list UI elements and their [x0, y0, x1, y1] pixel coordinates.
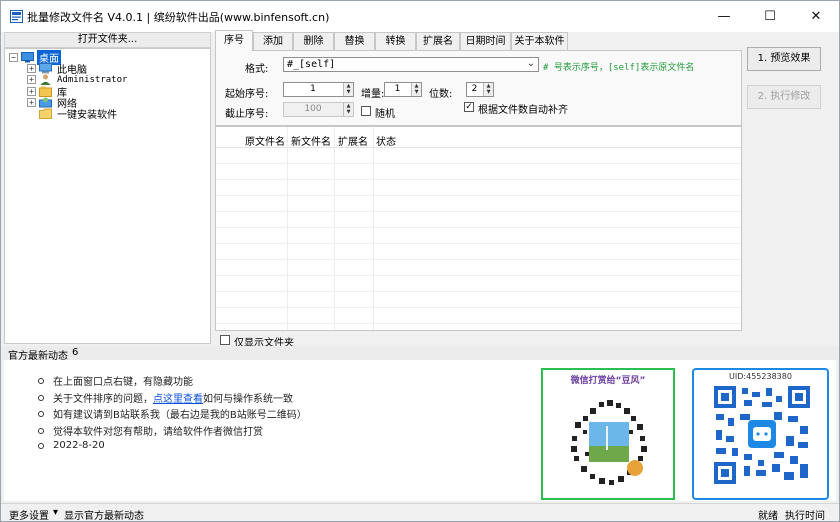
digits-value: 2	[471, 84, 478, 94]
format-combobox[interactable]: #_[self] ⌄	[283, 57, 539, 72]
bullet-icon	[38, 377, 44, 384]
close-button[interactable]: ✕	[793, 1, 839, 32]
column-original-name[interactable]: 原文件名	[245, 133, 285, 148]
tab-about[interactable]: 关于本软件	[511, 32, 568, 50]
tab-replace[interactable]: 替换	[334, 32, 375, 50]
news-item: 觉得本软件对您有帮助，请给软件作者微信打赏	[38, 423, 263, 438]
news-count: 6	[72, 347, 79, 358]
bullet-icon	[38, 394, 44, 401]
spinner-arrows-icon[interactable]: ▲ ▼	[411, 83, 421, 96]
bullet-icon	[38, 410, 44, 417]
start-number-value: 1	[310, 84, 316, 94]
folders-only-checkbox[interactable]	[220, 335, 230, 345]
increment-label: 增量:	[361, 89, 385, 100]
digits-label: 位数:	[429, 89, 453, 100]
start-number-spinner[interactable]: 1 ▲ ▼	[283, 82, 354, 97]
digits-spinner[interactable]: 2 ▲ ▼	[466, 82, 494, 97]
bullet-icon	[38, 442, 44, 449]
app-icon	[10, 10, 23, 23]
bilibili-qr-code-icon	[714, 386, 810, 484]
news-item: 在上面窗口点右键，有隐藏功能	[38, 373, 193, 388]
spinner-arrows-icon[interactable]: ▲ ▼	[483, 83, 493, 96]
chevron-down-icon[interactable]: ▾	[53, 507, 58, 518]
tree-item-label: 一键安装软件	[57, 110, 117, 121]
end-number-spinner[interactable]: 100 ▲ ▼	[283, 102, 354, 117]
minimize-button[interactable]: —	[701, 1, 747, 32]
bilibili-qr: UID:455238380	[692, 368, 829, 500]
more-settings-button[interactable]: 更多设置	[9, 507, 49, 521]
status-ready: 就绪	[758, 511, 778, 522]
window-title: 批量修改文件名 V4.0.1 | 缤纷软件出品(www.binfensoft.c…	[27, 11, 330, 24]
increment-value: 1	[394, 84, 401, 94]
column-status[interactable]: 状态	[376, 133, 396, 148]
tree-item-install-software[interactable]: 一键安装软件	[27, 107, 119, 121]
wechat-qr-code-icon	[565, 398, 653, 486]
sort-help-link[interactable]: 点这里查看	[153, 390, 203, 405]
expand-icon[interactable]: +	[27, 98, 36, 107]
news-item: 如有建议请到B站联系我（最右边是我的B站账号二维码）	[38, 406, 307, 421]
tab-delete[interactable]: 删除	[293, 32, 334, 50]
column-extension[interactable]: 扩展名	[338, 133, 368, 148]
expand-icon[interactable]: +	[27, 75, 36, 84]
execution-time: 执行时间	[785, 511, 825, 522]
random-label: 随机	[375, 109, 395, 120]
expand-icon[interactable]: +	[27, 64, 36, 73]
news-item: 2022-8-20	[38, 440, 105, 451]
maximize-button[interactable]: ☐	[747, 1, 793, 32]
column-new-name[interactable]: 新文件名	[291, 133, 331, 148]
tab-sequence[interactable]: 序号	[215, 30, 253, 51]
news-item: 关于文件排序的问题， 点这里查看 如何与操作系统一致	[38, 390, 293, 405]
format-value: #_[self]	[287, 59, 336, 70]
chevron-down-icon[interactable]: ⌄	[527, 58, 535, 69]
format-hint: # 号表示序号，[self]表示原文件名	[543, 63, 695, 73]
spinner-arrows-icon[interactable]: ▲ ▼	[343, 83, 353, 96]
start-number-label: 起始序号:	[225, 89, 269, 100]
expand-icon[interactable]: +	[27, 87, 36, 96]
random-checkbox[interactable]	[361, 106, 371, 116]
title-bar: 批量修改文件名 V4.0.1 | 缤纷软件出品(www.binfensoft.c…	[1, 1, 839, 32]
auto-pad-checkbox[interactable]: ✓	[464, 102, 474, 112]
tree-item-label: Administrator	[57, 74, 128, 85]
tab-extension[interactable]: 扩展名	[416, 32, 460, 50]
preview-button[interactable]: 1. 预览效果	[747, 47, 821, 71]
bilibili-uid: UID:455238380	[729, 372, 792, 381]
execute-button[interactable]: 2. 执行修改	[747, 85, 821, 109]
tab-datetime[interactable]: 日期时间	[460, 32, 511, 50]
folder-icon	[39, 108, 52, 119]
increment-spinner[interactable]: 1 ▲ ▼	[384, 82, 422, 97]
sequence-panel: 格式: #_[self] ⌄ # 号表示序号，[self]表示原文件名 起始序号…	[215, 50, 742, 126]
folder-tree[interactable]: − 桌面 + 此电脑 + Administrator + 库 + 网络 一键安装…	[4, 48, 211, 344]
user-icon	[40, 74, 51, 85]
collapse-icon[interactable]: −	[9, 53, 18, 62]
format-label: 格式:	[245, 64, 269, 75]
open-folder-button[interactable]: 打开文件夹...	[4, 32, 211, 48]
tab-convert[interactable]: 转换	[375, 32, 416, 50]
bullet-icon	[38, 427, 44, 434]
wechat-qr-title: 微信打赏给“豆风”	[570, 376, 646, 386]
tab-add[interactable]: 添加	[253, 32, 293, 50]
show-news-toggle[interactable]: 显示官方最新动态	[64, 507, 144, 521]
app-window: 批量修改文件名 V4.0.1 | 缤纷软件出品(www.binfensoft.c…	[0, 0, 840, 522]
news-header-bar: 官方最新动态 6	[1, 346, 839, 362]
wechat-donate-qr: 微信打赏给“豆风”	[541, 368, 675, 500]
end-number-label: 截止序号:	[225, 109, 269, 120]
end-number-value: 100	[304, 104, 322, 114]
spinner-arrows-icon[interactable]: ▲ ▼	[343, 103, 353, 116]
status-bar: 更多设置 ▾ 显示官方最新动态 就绪 执行时间	[1, 503, 839, 521]
news-panel: 在上面窗口点右键，有隐藏功能 关于文件排序的问题， 点这里查看 如何与操作系统一致 …	[4, 360, 836, 501]
auto-pad-label: 根据文件数自动补齐	[478, 105, 568, 116]
file-list-table[interactable]: 原文件名 新文件名 扩展名 状态	[215, 126, 742, 331]
